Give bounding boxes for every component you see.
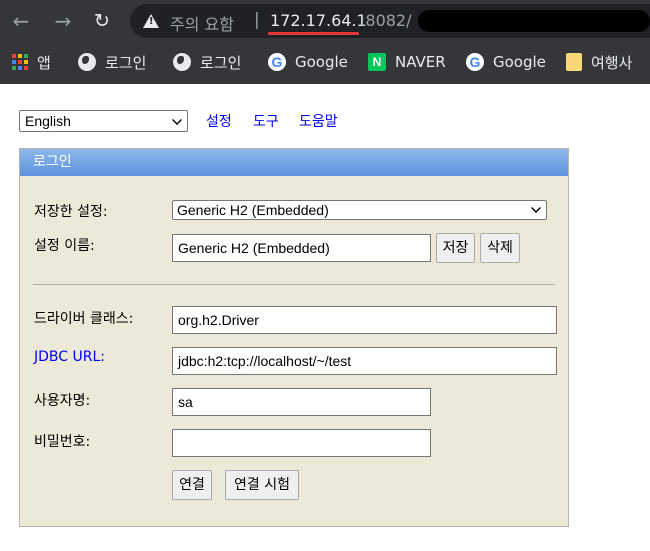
setting-name-label: 설정 이름: xyxy=(34,238,95,254)
bookmark-google-1[interactable]: G Google xyxy=(268,44,348,80)
bookmark-naver[interactable]: N NAVER xyxy=(368,44,446,80)
chevron-down-icon xyxy=(172,115,182,125)
saved-settings-label: 저장한 설정: xyxy=(34,204,108,220)
username-input[interactable]: sa xyxy=(172,388,431,416)
naver-icon: N xyxy=(368,53,386,71)
bookmarks-bar: 앱 로그인 로그인 G Google N NAVER G Google 여행사 xyxy=(0,44,650,80)
help-link[interactable]: 도움말 xyxy=(299,111,338,131)
google-icon: G xyxy=(268,53,286,71)
warning-icon[interactable] xyxy=(143,14,159,28)
browser-chrome: ← → ↻ 주의 요함 | 172.17.64.1 :8082/ 앱 로그인 로… xyxy=(0,0,650,84)
bookmark-google-2[interactable]: G Google xyxy=(466,44,546,80)
bookmark-label: 로그인 xyxy=(105,53,147,72)
saved-settings-value: Generic H2 (Embedded) xyxy=(177,202,329,218)
security-label[interactable]: 주의 요함 xyxy=(170,11,234,35)
url-host[interactable]: 172.17.64.1 xyxy=(270,11,367,30)
driver-class-input[interactable]: org.h2.Driver xyxy=(172,306,557,334)
url-port[interactable]: :8082/ xyxy=(360,11,412,30)
delete-button[interactable]: 삭제 xyxy=(480,233,520,263)
google-icon: G xyxy=(466,53,484,71)
login-panel: 로그인 저장한 설정: Generic H2 (Embedded) 설정 이름:… xyxy=(19,148,569,527)
back-arrow-icon[interactable]: ← xyxy=(8,8,34,34)
bookmark-label: 로그인 xyxy=(200,53,242,72)
save-button[interactable]: 저장 xyxy=(436,233,475,263)
saved-settings-select[interactable]: Generic H2 (Embedded) xyxy=(172,200,547,220)
bookmark-apps[interactable]: 앱 xyxy=(12,44,51,80)
globe-icon xyxy=(78,53,96,71)
test-connection-button[interactable]: 연결 시험 xyxy=(225,470,299,500)
bookmark-label: NAVER xyxy=(395,53,446,71)
bookmark-login-1[interactable]: 로그인 xyxy=(78,44,146,80)
bookmark-travel-folder[interactable]: 여행사 xyxy=(566,44,632,80)
bookmark-label: 여행사 xyxy=(591,53,633,72)
reload-icon[interactable]: ↻ xyxy=(89,8,115,34)
bookmark-label: 앱 xyxy=(37,53,51,72)
globe-icon xyxy=(173,53,191,71)
url-host-underline xyxy=(268,32,359,35)
url-separator: | xyxy=(254,10,260,30)
redacted-url-path xyxy=(418,10,650,32)
driver-class-label: 드라이버 클래스: xyxy=(34,311,134,327)
bookmark-label: Google xyxy=(493,53,546,71)
bookmark-label: Google xyxy=(295,53,348,71)
folder-icon xyxy=(566,53,582,71)
forward-arrow-icon[interactable]: → xyxy=(50,8,76,34)
tools-link[interactable]: 도구 xyxy=(253,111,279,131)
password-input[interactable] xyxy=(172,429,431,457)
panel-title: 로그인 xyxy=(20,149,568,176)
apps-grid-icon xyxy=(12,54,28,70)
chevron-down-icon xyxy=(531,203,541,213)
setting-name-input[interactable]: Generic H2 (Embedded) xyxy=(172,234,431,262)
settings-link[interactable]: 설정 xyxy=(206,111,232,131)
connect-button[interactable]: 연결 xyxy=(172,470,212,500)
jdbc-url-help-link[interactable]: JDBC URL: xyxy=(34,349,105,365)
username-label: 사용자명: xyxy=(34,393,91,409)
language-select-value: English xyxy=(25,113,71,129)
language-select[interactable]: English xyxy=(19,110,188,132)
bookmark-login-2[interactable]: 로그인 xyxy=(173,44,241,80)
divider xyxy=(33,284,555,285)
jdbc-url-input[interactable]: jdbc:h2:tcp://localhost/~/test xyxy=(172,347,557,375)
password-label: 비밀번호: xyxy=(34,434,91,450)
address-bar[interactable]: 주의 요함 | 172.17.64.1 :8082/ xyxy=(130,4,650,38)
